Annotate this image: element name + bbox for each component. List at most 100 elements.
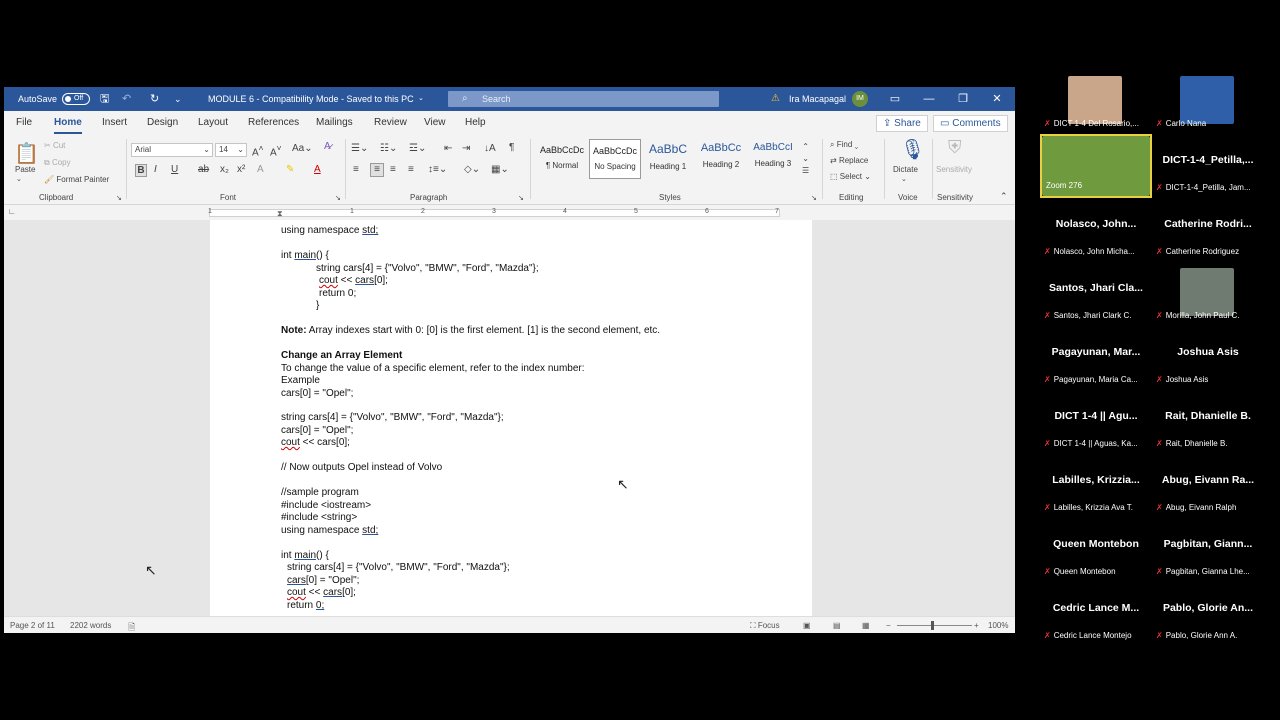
- participant-tile[interactable]: Joshua Asis ✗ Joshua Asis: [1152, 326, 1264, 390]
- change-case-icon[interactable]: Aa⌄: [292, 143, 313, 154]
- doc-line[interactable]: using namespace std;: [281, 225, 378, 236]
- user-name[interactable]: Ira Macapagal: [789, 87, 846, 111]
- zoom-slider-thumb[interactable]: [931, 621, 934, 630]
- tab-help[interactable]: Help: [465, 117, 486, 128]
- tab-selector-icon[interactable]: ∟: [8, 207, 16, 216]
- participant-tile[interactable]: ✗ DICT 1-4 Del Rosario,...: [1040, 70, 1152, 134]
- save-icon[interactable]: 🖫: [100, 87, 109, 111]
- replace-button[interactable]: ⇄ Replace: [830, 156, 868, 165]
- zoom-in-icon[interactable]: +: [974, 621, 979, 630]
- close-button[interactable]: ✕: [980, 87, 1014, 111]
- doc-line[interactable]: cout << cars[0];: [319, 275, 388, 286]
- font-name-combo[interactable]: Arial ⌄: [131, 143, 213, 157]
- doc-line[interactable]: #include <iostream>: [281, 500, 371, 511]
- style-normal[interactable]: AaBbCcDc ¶ Normal: [536, 139, 588, 179]
- clipboard-launcher-icon[interactable]: ↘: [116, 194, 122, 202]
- customize-qat-icon[interactable]: ⌄: [174, 87, 182, 111]
- paste-button[interactable]: Paste: [15, 165, 35, 174]
- increase-indent-icon[interactable]: ⇥: [462, 143, 470, 154]
- doc-line[interactable]: Example: [281, 375, 320, 386]
- note-line[interactable]: Note: Array indexes start with 0: [0] is…: [281, 325, 660, 336]
- borders-icon[interactable]: ▦⌄: [491, 164, 509, 175]
- participant-tile[interactable]: Cedric Lance M... ✗ Cedric Lance Montejo: [1040, 582, 1152, 646]
- select-button[interactable]: ⬚ Select ⌄: [830, 172, 871, 181]
- doc-line[interactable]: }: [316, 300, 319, 311]
- style-no-spacing[interactable]: AaBbCcDc No Spacing: [589, 139, 641, 179]
- superscript-icon[interactable]: x²: [237, 164, 245, 175]
- microphone-icon[interactable]: 🎙: [900, 137, 925, 162]
- dictate-chevron-icon[interactable]: ⌄: [901, 175, 907, 183]
- document-page[interactable]: using namespace std; int main() { string…: [210, 220, 812, 616]
- search-box[interactable]: ⌕ Search: [448, 91, 719, 107]
- doc-line[interactable]: int main() {: [281, 550, 329, 561]
- justify-icon[interactable]: ≡: [408, 164, 414, 175]
- shrink-font-icon[interactable]: A˅: [270, 143, 282, 158]
- focus-button[interactable]: ⛶ Focus: [750, 621, 780, 631]
- page-count[interactable]: Page 2 of 11: [10, 621, 55, 630]
- paragraph-launcher-icon[interactable]: ↘: [518, 194, 524, 202]
- strikethrough-icon[interactable]: ab: [198, 164, 209, 175]
- styles-launcher-icon[interactable]: ↘: [811, 194, 817, 202]
- doc-line[interactable]: string cars[4] = {"Volvo", "BMW", "Ford"…: [281, 412, 504, 423]
- doc-line[interactable]: cars[0] = "Opel";: [281, 425, 353, 436]
- text-effects-icon[interactable]: A: [257, 164, 264, 175]
- doc-line[interactable]: // Now outputs Opel instead of Volvo: [281, 462, 442, 473]
- highlight-icon[interactable]: ✎: [286, 164, 294, 175]
- tab-layout[interactable]: Layout: [198, 117, 228, 128]
- comments-button[interactable]: ▭ Comments: [933, 115, 1008, 132]
- paste-chevron-icon[interactable]: ⌄: [16, 175, 22, 183]
- tab-home[interactable]: Home: [54, 117, 82, 134]
- italic-icon[interactable]: I: [154, 164, 157, 175]
- doc-line[interactable]: string cars[4] = {"Volvo", "BMW", "Ford"…: [287, 562, 510, 573]
- style-heading-1[interactable]: AaBbC Heading 1: [642, 139, 694, 179]
- share-button[interactable]: ⇪ Share: [876, 115, 928, 132]
- participant-tile[interactable]: Labilles, Krizzia... ✗ Labilles, Krizzia A…: [1040, 454, 1152, 518]
- participant-tile-active[interactable]: Zoom 276: [1040, 134, 1152, 198]
- minimize-button[interactable]: —: [912, 87, 946, 111]
- participant-tile[interactable]: Pagayunan, Mar... ✗ Pagayunan, Maria Ca...: [1040, 326, 1152, 390]
- grow-font-icon[interactable]: A˄: [252, 143, 264, 158]
- dictate-button[interactable]: Dictate: [893, 165, 918, 174]
- participant-tile[interactable]: DICT-1-4_Petilla,... ✗ DICT-1-4_Petilla, J…: [1152, 134, 1264, 198]
- doc-line[interactable]: cars[0] = "Opel";: [287, 575, 359, 586]
- tab-design[interactable]: Design: [147, 117, 178, 128]
- style-heading-3[interactable]: AaBbCcI Heading 3: [748, 139, 798, 179]
- document-canvas[interactable]: using namespace std; int main() { string…: [4, 220, 1015, 616]
- font-launcher-icon[interactable]: ↘: [335, 194, 341, 202]
- doc-line[interactable]: using namespace std;: [281, 525, 378, 536]
- find-button[interactable]: ⌕ Find ⌄: [830, 140, 858, 150]
- pilcrow-icon[interactable]: ¶: [509, 142, 514, 153]
- format-painter-button[interactable]: 🖌 Format Painter: [44, 175, 109, 184]
- participant-tile[interactable]: Abug, Eivann Ra... ✗ Abug, Eivann Ralph: [1152, 454, 1264, 518]
- style-heading-2[interactable]: AaBbCc Heading 2: [695, 139, 747, 179]
- indent-marker-icon[interactable]: ⧗: [277, 209, 283, 219]
- participant-tile[interactable]: ✗ Morilla, John Paul C.: [1152, 262, 1264, 326]
- participant-tile[interactable]: Nolasco, John... ✗ Nolasco, John Micha...: [1040, 198, 1152, 262]
- tab-file[interactable]: File: [16, 117, 32, 128]
- read-mode-icon[interactable]: ▣: [803, 621, 811, 630]
- sensitivity-button[interactable]: Sensitivity: [936, 165, 972, 174]
- tab-view[interactable]: View: [424, 117, 446, 128]
- zoom-level[interactable]: 100%: [988, 621, 1008, 630]
- tab-review[interactable]: Review: [374, 117, 407, 128]
- proofing-icon[interactable]: 🗎: [128, 620, 135, 633]
- bullets-icon[interactable]: ☰⌄: [351, 143, 368, 154]
- print-layout-icon[interactable]: ▤: [833, 621, 841, 630]
- participant-tile[interactable]: Rait, Dhanielle B. ✗ Rait, Dhanielle B.: [1152, 390, 1264, 454]
- doc-line[interactable]: cars[0] = "Opel";: [281, 388, 353, 399]
- participant-tile[interactable]: DICT 1-4 || Agu... ✗ DICT 1-4 || Aguas, Ka…: [1040, 390, 1152, 454]
- shading-icon[interactable]: ◇⌄: [464, 164, 480, 175]
- styles-scroll-icon[interactable]: ⌃ ⌄ ☰: [802, 141, 809, 177]
- doc-line[interactable]: To change the value of a specific elemen…: [281, 363, 585, 374]
- participant-tile[interactable]: Santos, Jhari Cla... ✗ Santos, Jhari Clark…: [1040, 262, 1152, 326]
- align-left-icon[interactable]: ≡: [353, 164, 359, 175]
- participant-tile[interactable]: Queen Montebon ✗ Queen Montebon: [1040, 518, 1152, 582]
- doc-line[interactable]: cout << cars[0];: [281, 437, 350, 448]
- word-count[interactable]: 2202 words: [70, 621, 111, 630]
- tab-mailings[interactable]: Mailings: [316, 117, 353, 128]
- line-spacing-icon[interactable]: ↕≡⌄: [428, 164, 447, 175]
- bold-icon[interactable]: B: [135, 164, 147, 177]
- doc-line[interactable]: cout << cars[0];: [287, 587, 356, 598]
- redo-icon[interactable]: ↻: [150, 87, 159, 111]
- zoom-slider[interactable]: [897, 621, 972, 630]
